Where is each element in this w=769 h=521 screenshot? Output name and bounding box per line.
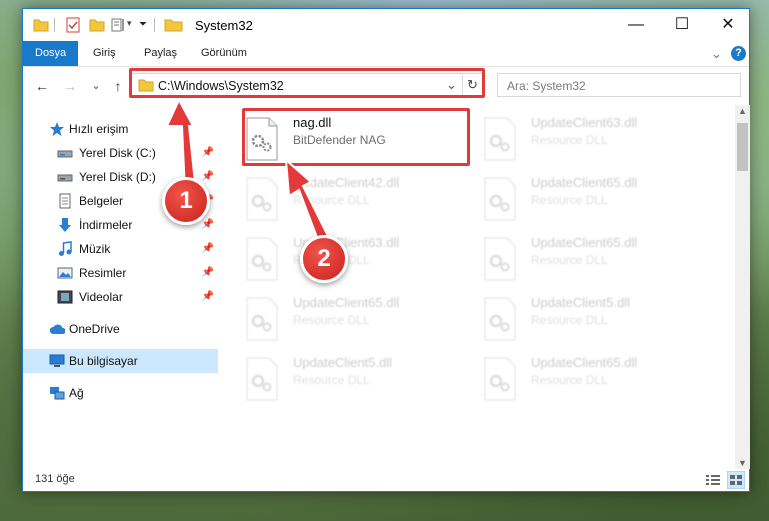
arrow-2-icon	[284, 157, 330, 242]
step-2-badge: 2	[300, 235, 348, 283]
annotation-arrows	[165, 97, 330, 242]
step-1-badge: 1	[162, 177, 210, 225]
